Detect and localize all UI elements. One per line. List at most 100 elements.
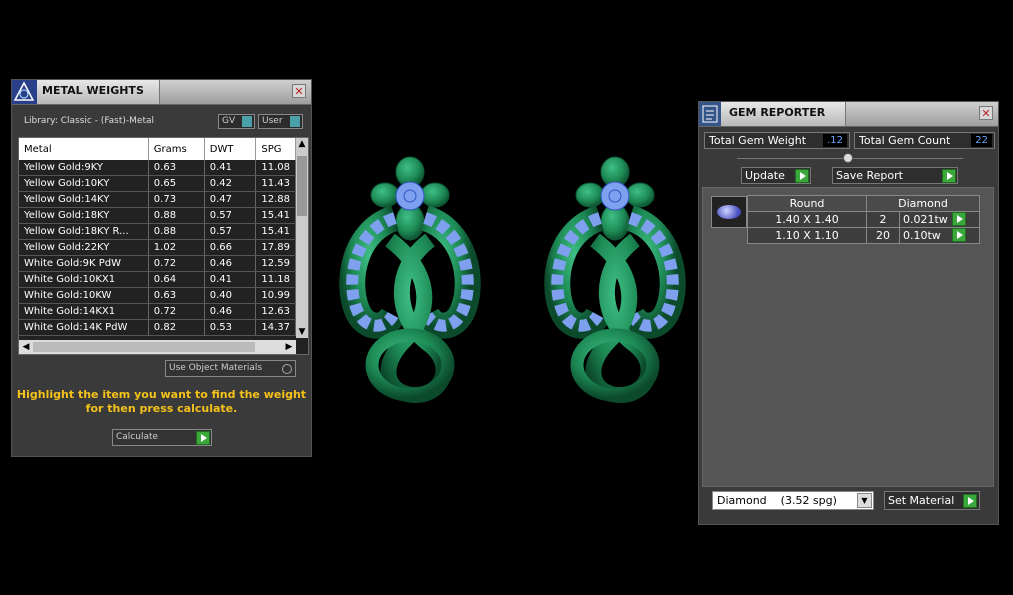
grams-cell: 0.88 — [148, 207, 205, 224]
play-arrow-icon[interactable] — [963, 494, 977, 508]
gem-weight: 0.10tw — [899, 227, 980, 244]
metal-name-cell: White Gold:10KW — [19, 287, 149, 304]
close-icon[interactable]: ✕ — [292, 84, 306, 98]
horizontal-scroll-thumb[interactable] — [33, 342, 255, 352]
total-gem-count-label: Total Gem Count — [859, 134, 951, 147]
grams-cell: 0.73 — [148, 191, 205, 208]
scroll-up-icon[interactable]: ▲ — [296, 138, 308, 150]
column-header-metal[interactable]: Metal — [19, 138, 149, 160]
column-header-dwt[interactable]: DWT — [204, 138, 257, 160]
table-row[interactable]: Yellow Gold:10KY 0.65 0.42 11.43 — [19, 175, 296, 192]
metal-weights-title: METAL WEIGHTS — [42, 84, 144, 97]
dwt-cell: 0.47 — [204, 191, 257, 208]
3d-viewport[interactable] — [330, 140, 690, 410]
scroll-right-icon[interactable]: ▶ — [282, 340, 296, 354]
table-row[interactable]: Yellow Gold:18KY 0.88 0.57 15.41 — [19, 207, 296, 224]
grams-cell: 0.72 — [148, 255, 205, 272]
dwt-cell: 0.41 — [204, 271, 257, 288]
play-arrow-icon[interactable] — [942, 169, 956, 183]
slider-knob[interactable] — [843, 153, 853, 163]
metal-name-cell: Yellow Gold:22KY — [19, 239, 149, 256]
metal-table-grid: Metal Grams DWT SPG Yellow Gold:9KY 0.63 0… — [19, 138, 296, 336]
play-arrow-icon[interactable] — [196, 431, 210, 445]
table-row[interactable]: Yellow Gold:22KY 1.02 0.66 17.89 — [19, 239, 296, 256]
table-row[interactable]: Yellow Gold:18KY R... 0.88 0.57 15.41 — [19, 223, 296, 240]
select-gem-row-icon[interactable] — [952, 228, 966, 242]
dwt-cell: 0.57 — [204, 223, 257, 240]
dwt-cell: 0.66 — [204, 239, 257, 256]
dwt-cell: 0.46 — [204, 255, 257, 272]
round-diamond-icon[interactable] — [711, 196, 747, 228]
table-row[interactable]: Yellow Gold:9KY 0.63 0.41 11.08 — [19, 160, 296, 176]
column-header-spg[interactable]: SPG — [255, 138, 296, 160]
gem-count: 2 — [866, 211, 900, 228]
table-row[interactable]: White Gold:10KX1 0.64 0.41 11.18 — [19, 271, 296, 288]
play-arrow-icon[interactable] — [795, 169, 809, 183]
use-object-materials-option[interactable]: Use Object Materials — [165, 360, 296, 377]
metal-table: Metal Grams DWT SPG Yellow Gold:9KY 0.63 0… — [18, 137, 309, 355]
gem-list-area: Round Diamond 1.40 X 1.40 2 0.021tw 1.10… — [702, 187, 994, 487]
table-row[interactable]: Yellow Gold:14KY 0.73 0.47 12.88 — [19, 191, 296, 208]
select-gem-row-icon[interactable] — [952, 212, 966, 226]
table-row[interactable]: White Gold:9K PdW 0.72 0.46 12.59 — [19, 255, 296, 272]
calculate-button[interactable]: Calculate — [112, 429, 212, 446]
table-row[interactable]: White Gold:14KX1 0.72 0.46 12.63 — [19, 303, 296, 320]
set-material-label: Set Material — [888, 494, 955, 507]
instruction-line-1: Highlight the item you want to find the … — [16, 388, 307, 401]
gem-row[interactable]: 1.10 X 1.10 20 0.10tw — [747, 227, 980, 244]
instruction-line-2: for then press calculate. — [85, 402, 238, 415]
size-slider[interactable] — [737, 153, 963, 163]
column-header-grams[interactable]: Grams — [148, 138, 205, 160]
total-gem-weight-value: .12 — [823, 134, 847, 147]
earring-right[interactable] — [557, 157, 673, 395]
dwt-cell: 0.46 — [204, 303, 257, 320]
scroll-down-icon[interactable]: ▼ — [296, 326, 308, 338]
metal-weights-titlebar[interactable]: METAL WEIGHTS ✕ — [12, 80, 311, 105]
gem-weight: 0.021tw — [899, 211, 980, 228]
library-label: Library: Classic - (Fast)-Metal — [24, 116, 155, 126]
grams-cell: 1.02 — [148, 239, 205, 256]
update-label: Update — [745, 169, 785, 182]
spg-cell: 14.37 — [255, 319, 296, 336]
metal-name-cell: Yellow Gold:14KY — [19, 191, 149, 208]
metal-name-cell: Yellow Gold:10KY — [19, 175, 149, 192]
radio-icon[interactable] — [282, 364, 292, 374]
close-icon[interactable]: ✕ — [979, 106, 993, 120]
spg-cell: 11.43 — [255, 175, 296, 192]
scroll-left-icon[interactable]: ◀ — [19, 340, 33, 354]
table-row[interactable]: White Gold:10KW 0.63 0.40 10.99 — [19, 287, 296, 304]
dwt-cell: 0.53 — [204, 319, 257, 336]
spg-cell: 11.18 — [255, 271, 296, 288]
horizontal-scrollbar[interactable]: ◀ ▶ — [19, 340, 296, 354]
earring-left[interactable] — [352, 157, 468, 395]
grams-cell: 0.72 — [148, 303, 205, 320]
app-logo-icon — [12, 80, 37, 104]
gem-reporter-title: GEM REPORTER — [729, 106, 826, 119]
material-select[interactable]: Diamond (3.52 spg) ▼ — [712, 491, 874, 510]
chevron-down-icon[interactable]: ▼ — [857, 493, 872, 508]
gv-indicator-icon — [242, 116, 252, 127]
dwt-cell: 0.40 — [204, 287, 257, 304]
spg-cell: 12.63 — [255, 303, 296, 320]
user-indicator-icon — [290, 116, 300, 127]
spg-cell: 15.41 — [255, 207, 296, 224]
vertical-scroll-thumb[interactable] — [297, 156, 307, 216]
save-report-label: Save Report — [836, 169, 903, 182]
gem-reporter-titlebar[interactable]: GEM REPORTER ✕ — [699, 102, 998, 127]
total-gem-count-field: Total Gem Count 22 — [854, 132, 995, 149]
grams-cell: 0.88 — [148, 223, 205, 240]
gv-toggle[interactable]: GV — [218, 114, 255, 129]
table-row[interactable]: White Gold:14K PdW 0.82 0.53 14.37 — [19, 319, 296, 336]
update-button[interactable]: Update — [741, 167, 811, 184]
spg-cell: 11.08 — [255, 160, 296, 176]
gem-report-icon — [699, 102, 721, 126]
gem-row[interactable]: 1.40 X 1.40 2 0.021tw — [747, 211, 980, 228]
set-material-button[interactable]: Set Material — [884, 491, 980, 510]
metal-name-cell: White Gold:10KX1 — [19, 271, 149, 288]
save-report-button[interactable]: Save Report — [832, 167, 958, 184]
dwt-cell: 0.41 — [204, 160, 257, 176]
user-toggle[interactable]: User — [258, 114, 303, 129]
gem-count: 20 — [866, 227, 900, 244]
metal-name-cell: Yellow Gold:18KY — [19, 207, 149, 224]
vertical-scrollbar[interactable]: ▲ ▼ — [296, 138, 308, 338]
